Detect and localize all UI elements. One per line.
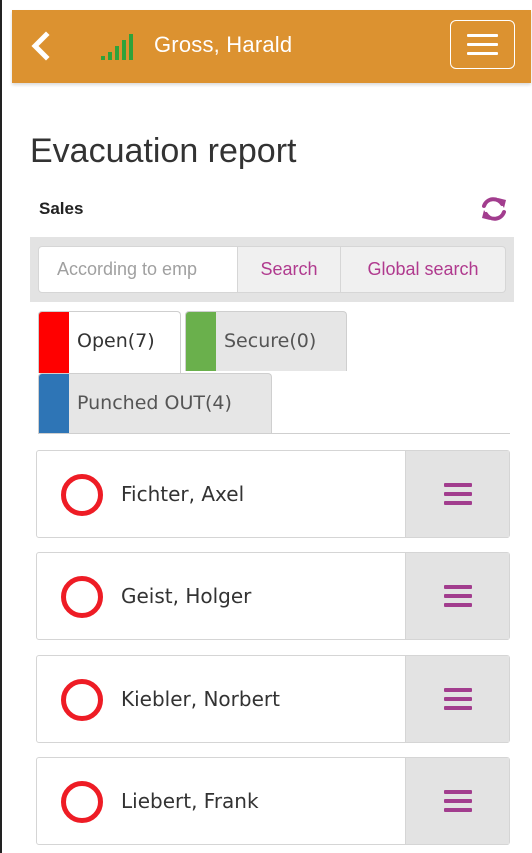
menu-bar: [443, 808, 472, 812]
app-header: Gross, Harald: [12, 10, 531, 83]
menu-icon: [443, 483, 472, 487]
employee-name: Geist, Holger: [121, 584, 252, 608]
status-open-icon: [61, 576, 103, 618]
menu-icon: [443, 790, 472, 794]
global-search-button[interactable]: Global search: [340, 246, 506, 293]
row-menu-button[interactable]: [405, 553, 509, 639]
tab-open[interactable]: Open(7): [38, 311, 181, 373]
section-label: Sales: [39, 199, 84, 218]
employee-name: Kiebler, Norbert: [121, 687, 280, 711]
tab-secure-label: Secure(0): [224, 330, 317, 352]
row-menu-button[interactable]: [405, 451, 509, 537]
menu-bar: [443, 603, 472, 607]
row-menu-button[interactable]: [405, 758, 509, 844]
menu-icon: [443, 585, 472, 589]
menu-icon: [443, 688, 472, 692]
employee-name: Liebert, Frank: [121, 789, 259, 813]
tab-open-color: [39, 312, 69, 373]
search-input[interactable]: [38, 246, 238, 293]
menu-bar: [443, 492, 472, 496]
menu-bar: [443, 594, 472, 598]
chevron-left-icon[interactable]: [26, 30, 54, 62]
status-open-icon: [61, 679, 103, 721]
menu-bar: [443, 501, 472, 505]
hamburger-menu-button[interactable]: [450, 20, 515, 69]
tab-open-label: Open(7): [77, 330, 155, 352]
refresh-icon[interactable]: [480, 195, 508, 223]
employee-name: Fichter, Axel: [121, 482, 245, 506]
hamburger-bar: [467, 43, 498, 46]
user-name: Gross, Harald: [154, 32, 293, 57]
search-bar: Search Global search: [30, 237, 514, 302]
tab-punched-out-color: [39, 374, 69, 433]
hamburger-menu-icon: [467, 34, 498, 37]
row-menu-button[interactable]: [405, 656, 509, 742]
tab-secure[interactable]: Secure(0): [185, 311, 347, 371]
menu-bar: [443, 706, 472, 710]
employee-row[interactable]: Kiebler, Norbert: [36, 655, 510, 743]
status-open-icon: [61, 781, 103, 823]
tab-punched-out[interactable]: Punched OUT(4): [38, 373, 272, 433]
status-open-icon: [61, 474, 103, 516]
tabs-divider: [38, 433, 510, 434]
employee-row[interactable]: Geist, Holger: [36, 552, 510, 640]
hamburger-bar: [467, 52, 498, 55]
window-edge: [0, 0, 2, 853]
tab-secure-color: [186, 312, 216, 371]
search-button[interactable]: Search: [237, 246, 341, 293]
employee-row[interactable]: Fichter, Axel: [36, 450, 510, 538]
employee-row[interactable]: Liebert, Frank: [36, 757, 510, 845]
tab-punched-out-label: Punched OUT(4): [77, 392, 232, 414]
page-title: Evacuation report: [30, 132, 297, 170]
menu-bar: [443, 799, 472, 803]
signal-strength-icon: [101, 34, 133, 60]
menu-bar: [443, 697, 472, 701]
